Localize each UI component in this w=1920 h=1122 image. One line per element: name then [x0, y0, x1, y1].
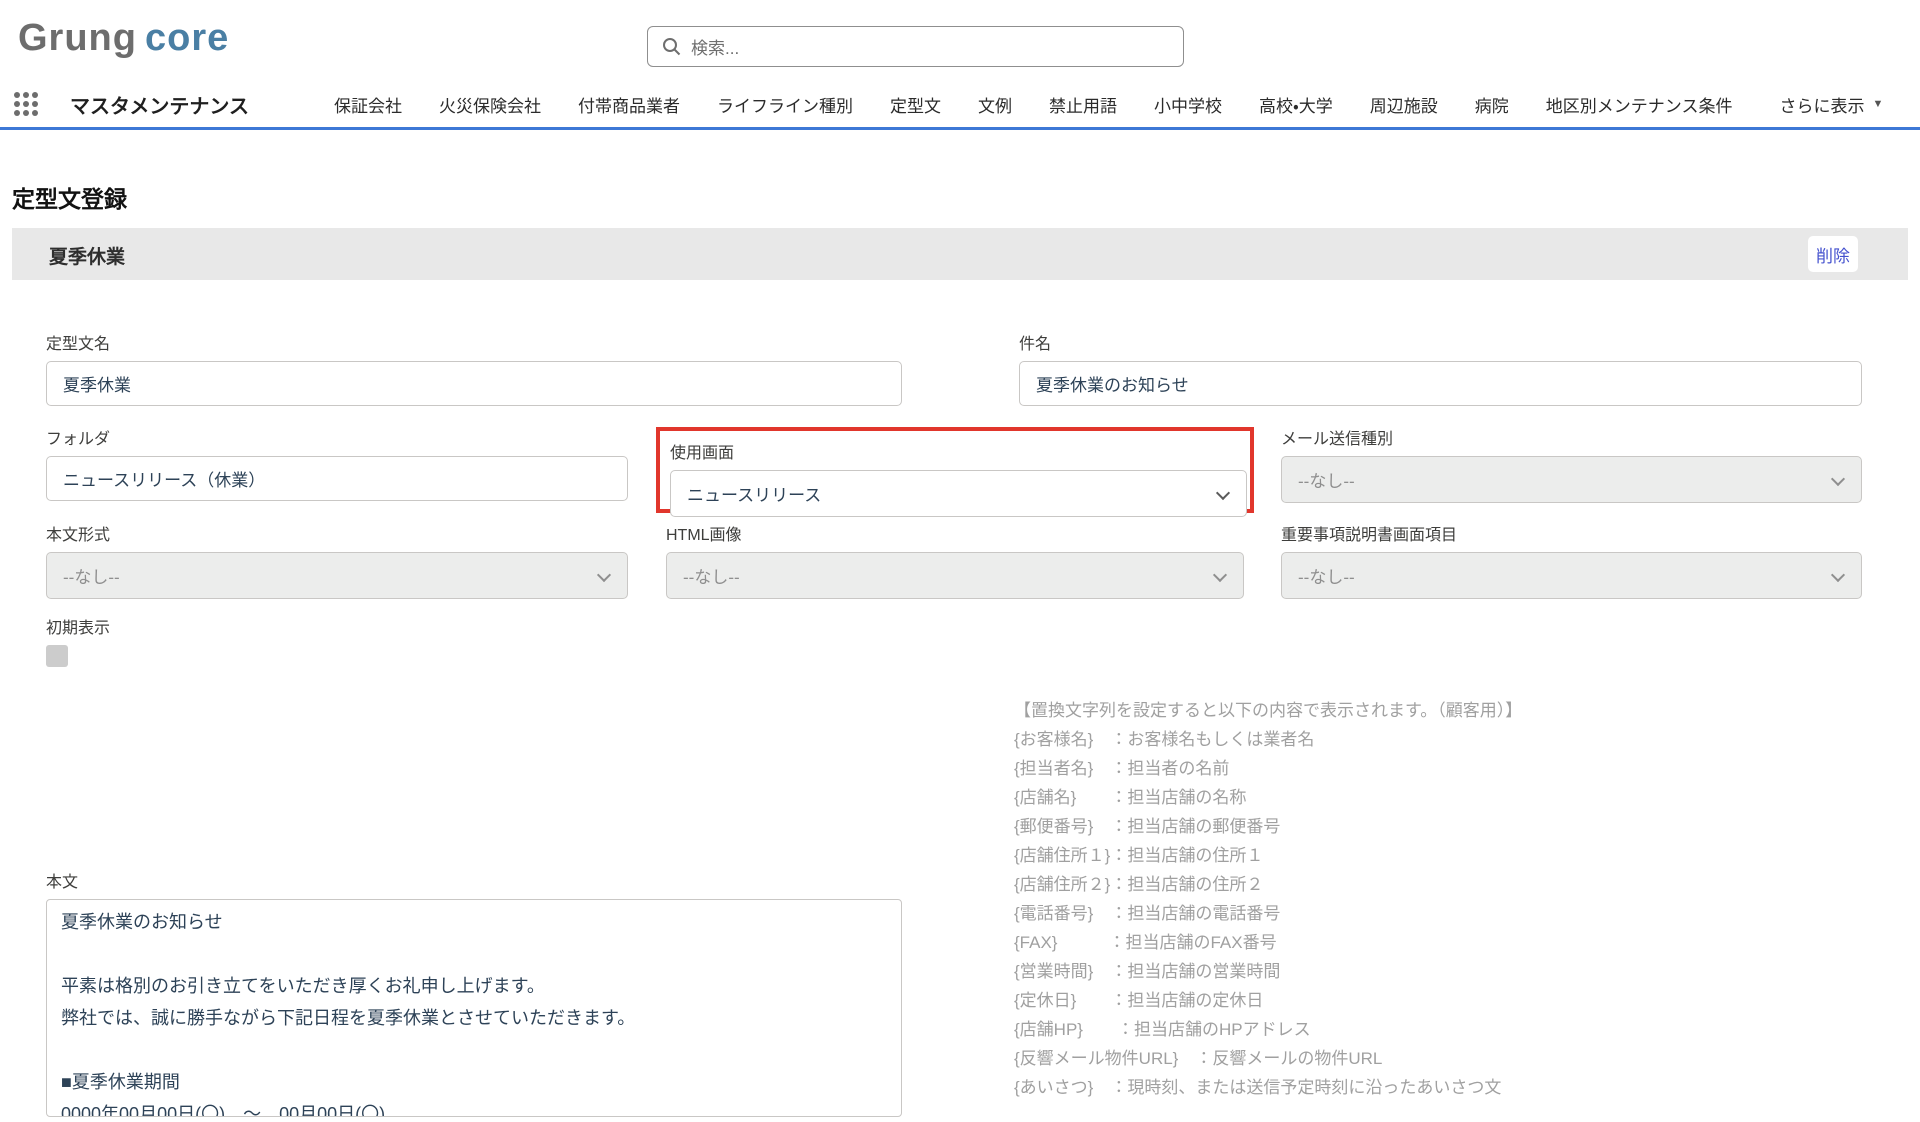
field-important-item: 重要事項説明書画面項目 --なし-- [1281, 521, 1862, 599]
initial-display-checkbox [46, 645, 68, 667]
logo-text-core: core [145, 17, 229, 59]
replacement-item: {店舗名} ：担当店舗の名称 [1014, 783, 1734, 812]
body-label: 本文 [46, 868, 902, 892]
replacement-item: {あいさつ} ：現時刻、または送信予定時刻に沿ったあいさつ文 [1014, 1073, 1734, 1102]
replacement-item: {FAX} ：担当店舗のFAX番号 [1014, 928, 1734, 957]
app-navigation-bar: マスタメンテナンス 保証会社 火災保険会社 付帯商品業者 ライフライン種別 定型… [0, 81, 1920, 130]
search-placeholder: 検索... [691, 34, 739, 59]
body-textarea[interactable]: 夏季休業のお知らせ 平素は格別のお引き立てをいただき厚くお礼申し上げます。 弊社… [46, 899, 902, 1117]
field-html-image: HTML画像 --なし-- [666, 521, 1244, 599]
tab-regional-maintenance-conditions[interactable]: 地区別メンテナンス条件 [1546, 92, 1733, 117]
replacement-item: {郵便番号} ：担当店舗の郵便番号 [1014, 812, 1734, 841]
screen-label: 使用画面 [670, 439, 1240, 463]
delete-button[interactable]: 削除 [1808, 236, 1858, 272]
field-template-name: 定型文名 [46, 330, 902, 406]
mail-type-select: --なし-- [1281, 456, 1862, 503]
template-name-label: 定型文名 [46, 330, 902, 354]
important-item-select-value: --なし-- [1298, 563, 1355, 588]
field-mail-type: メール送信種別 --なし-- [1281, 425, 1862, 503]
mail-type-select-value: --なし-- [1298, 467, 1355, 492]
chevron-down-icon [1831, 472, 1845, 486]
chevron-down-icon [597, 568, 611, 582]
screen-select-value: ニュースリリース [687, 481, 821, 506]
tab-hospital[interactable]: 病院 [1475, 92, 1509, 117]
replacement-item: {店舗HP} ：担当店舗のHPアドレス [1014, 1015, 1734, 1044]
search-icon [662, 37, 681, 56]
app-name[interactable]: マスタメンテナンス [70, 90, 249, 119]
replacement-string-info: 【置換文字列を設定すると以下の内容で表示されます。（顧客用）】 {お客様名} ：… [1014, 696, 1734, 1102]
replacement-item: {営業時間} ：担当店舗の営業時間 [1014, 957, 1734, 986]
global-header: Grungcore 検索... ★ ▼ + ? ⚙ [0, 0, 1920, 81]
field-folder: フォルダ [46, 425, 628, 501]
logo-text-grung: Grung [18, 17, 137, 59]
replacement-item: {お客様名} ：お客様名もしくは業者名 [1014, 725, 1734, 754]
initial-display-label: 初期表示 [46, 614, 110, 638]
show-more-label: さらに表示 [1779, 92, 1864, 117]
annotation-highlight-box: 使用画面 ニュースリリース [656, 427, 1254, 513]
body-format-label: 本文形式 [46, 521, 628, 545]
record-section-header: 夏季休業 削除 [12, 228, 1908, 280]
field-body: 本文 夏季休業のお知らせ 平素は格別のお引き立てをいただき厚くお礼申し上げます。… [46, 868, 902, 1122]
replacement-item: {店舗住所１}：担当店舗の住所１ [1014, 841, 1734, 870]
replacement-item: {店舗住所２}：担当店舗の住所２ [1014, 870, 1734, 899]
field-body-format: 本文形式 --なし-- [46, 521, 628, 599]
body-format-select-value: --なし-- [63, 563, 120, 588]
replacement-item: {担当者名} ：担当者の名前 [1014, 754, 1734, 783]
tab-lifeline-type[interactable]: ライフライン種別 [717, 92, 853, 117]
global-search-input[interactable]: 検索... [647, 26, 1184, 67]
replacement-item: {反響メール物件URL} ：反響メールの物件URL [1014, 1044, 1734, 1073]
chevron-down-icon [1831, 568, 1845, 582]
subject-label: 件名 [1019, 330, 1862, 354]
tab-show-more[interactable]: さらに表示 ▼ [1779, 92, 1883, 117]
page-title: 定型文登録 [12, 180, 127, 214]
app-launcher-waffle-icon[interactable] [14, 92, 40, 118]
tab-elementary-middle-school[interactable]: 小中学校 [1154, 92, 1222, 117]
tab-high-school-university[interactable]: 高校・大学 [1259, 92, 1333, 117]
template-name-input[interactable] [46, 361, 902, 406]
tab-ancillary-product-vendor[interactable]: 付帯商品業者 [578, 92, 680, 117]
nav-tabs: 保証会社 火災保険会社 付帯商品業者 ライフライン種別 定型文 文例 禁止用語 … [334, 81, 1883, 127]
tab-template-text[interactable]: 定型文 [890, 92, 941, 117]
tab-guarantor-company[interactable]: 保証会社 [334, 92, 402, 117]
replacement-item: {電話番号} ：担当店舗の電話番号 [1014, 899, 1734, 928]
record-title: 夏季休業 [49, 242, 125, 269]
tab-example-sentence[interactable]: 文例 [978, 92, 1012, 117]
html-image-select-value: --なし-- [683, 563, 740, 588]
tab-nearby-facilities[interactable]: 周辺施設 [1370, 92, 1438, 117]
important-item-select: --なし-- [1281, 552, 1862, 599]
folder-label: フォルダ [46, 425, 628, 449]
html-image-select: --なし-- [666, 552, 1244, 599]
replacement-item: {定休日} ：担当店舗の定休日 [1014, 986, 1734, 1015]
chevron-down-icon [1216, 486, 1230, 500]
field-subject: 件名 [1019, 330, 1862, 406]
important-item-label: 重要事項説明書画面項目 [1281, 521, 1862, 545]
folder-input[interactable] [46, 456, 628, 501]
replacement-heading: 【置換文字列を設定すると以下の内容で表示されます。（顧客用）】 [1014, 696, 1734, 725]
tab-fire-insurance-company[interactable]: 火災保険会社 [439, 92, 541, 117]
body-format-select: --なし-- [46, 552, 628, 599]
mail-type-label: メール送信種別 [1281, 425, 1862, 449]
screen-select[interactable]: ニュースリリース [670, 470, 1247, 517]
app-logo: Grungcore [18, 12, 229, 64]
tab-prohibited-words[interactable]: 禁止用語 [1049, 92, 1117, 117]
chevron-down-icon: ▼ [1872, 98, 1883, 110]
field-initial-display: 初期表示 [46, 614, 110, 667]
html-image-label: HTML画像 [666, 521, 1244, 545]
chevron-down-icon [1213, 568, 1227, 582]
subject-input[interactable] [1019, 361, 1862, 406]
